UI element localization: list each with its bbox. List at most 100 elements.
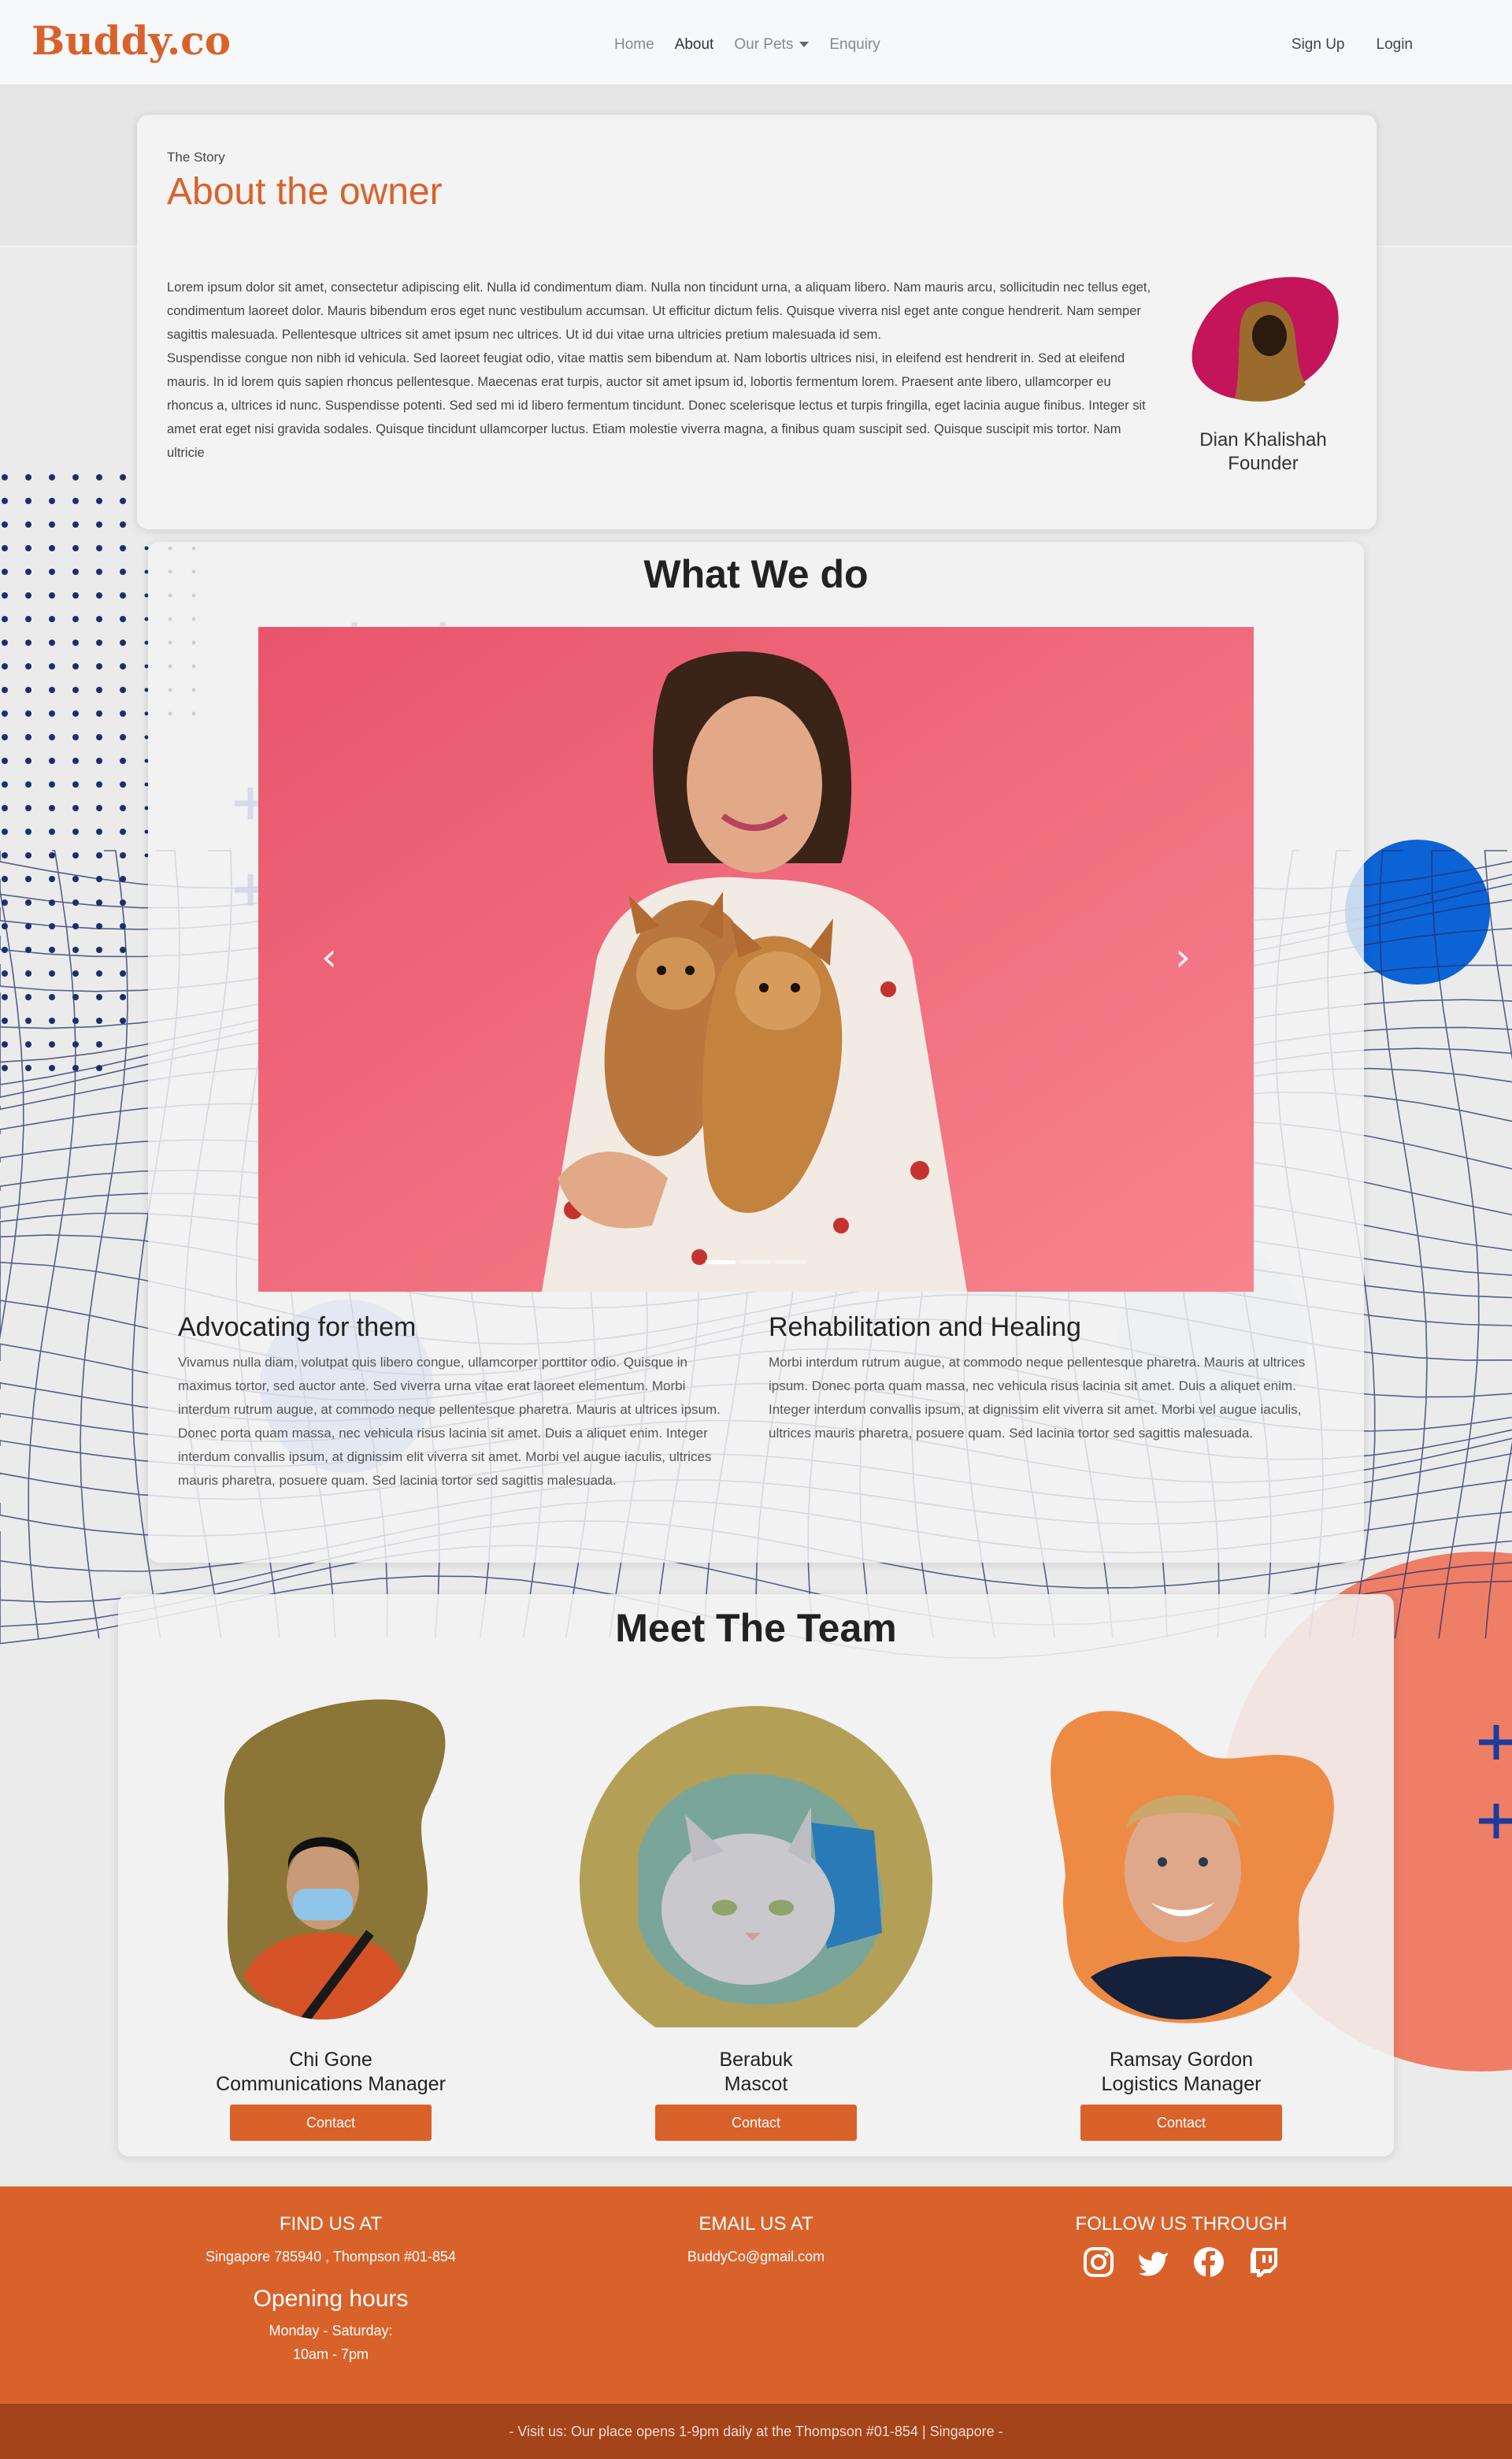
decor-dot xyxy=(96,1041,102,1048)
follow-title: FOLLOW US THROUGH xyxy=(1075,2213,1288,2235)
decor-dot xyxy=(2,876,8,882)
decor-dot xyxy=(2,545,8,551)
decor-dot xyxy=(96,569,102,575)
team-member-card: Ramsay Gordon Logistics Manager Contact xyxy=(992,1697,1370,2141)
team-member-card: Berabuk Mascot Contact xyxy=(567,1697,945,2141)
owner-name: Dian Khalishah xyxy=(1199,429,1327,451)
login-link[interactable]: Login xyxy=(1377,36,1414,54)
carousel-indicator-1[interactable] xyxy=(706,1260,736,1264)
decor-dot xyxy=(49,474,55,480)
footer-email: EMAIL US AT BuddyCo@gmail.com xyxy=(520,2213,992,2268)
decor-dot xyxy=(2,1018,8,1024)
about-owner-card: The Story About the owner Lorem ipsum do… xyxy=(137,115,1377,529)
decor-dot xyxy=(72,1041,79,1048)
decor-dot xyxy=(72,923,79,929)
decor-dot xyxy=(2,1065,8,1071)
member-role: Communications Manager xyxy=(216,2073,446,2095)
decor-dot xyxy=(120,521,126,528)
decor-dot xyxy=(2,616,8,622)
decor-dot xyxy=(2,687,8,693)
carousel-indicator-3[interactable] xyxy=(775,1260,805,1264)
facebook-icon[interactable] xyxy=(1191,2245,1226,2279)
decor-dot xyxy=(120,805,126,811)
decor-dot xyxy=(49,687,55,693)
decor-dot xyxy=(120,569,126,575)
owner-avatar xyxy=(1191,276,1339,402)
feature-advocating: Advocating for them Vivamus nulla diam, … xyxy=(178,1312,729,1493)
decor-dot xyxy=(49,1041,55,1048)
decor-dot xyxy=(96,1018,102,1024)
signup-link[interactable]: Sign Up xyxy=(1292,36,1345,54)
footer: FIND US AT Singapore 785940 , Thompson #… xyxy=(0,2186,1512,2404)
decor-dot xyxy=(96,994,102,1000)
decor-dot xyxy=(72,663,79,669)
decor-dot xyxy=(96,923,102,929)
nav-enquiry[interactable]: Enquiry xyxy=(829,36,880,54)
decor-wave-line xyxy=(0,850,24,1341)
contact-button[interactable]: Contact xyxy=(230,2105,432,2141)
decor-dot xyxy=(25,521,32,528)
feature-2-text: Morbi interdum rutrum augue, at commodo … xyxy=(769,1355,1306,1441)
decor-dot xyxy=(49,970,55,977)
decor-dot xyxy=(2,1041,8,1048)
decor-dot xyxy=(120,829,126,835)
decor-dot xyxy=(120,687,126,693)
member-photo-chi xyxy=(224,1699,446,2019)
decor-dot xyxy=(25,876,32,882)
carousel-prev-icon[interactable]: ‹ xyxy=(321,934,337,980)
decor-dot xyxy=(96,592,102,599)
find-us-address: Singapore 785940 , Thompson #01-854 xyxy=(206,2249,456,2264)
contact-button[interactable]: Contact xyxy=(655,2105,857,2141)
decor-dot xyxy=(72,592,79,599)
member-role: Logistics Manager xyxy=(1101,2073,1262,2095)
carousel-indicator-2[interactable] xyxy=(740,1260,770,1264)
decor-dot xyxy=(72,710,79,717)
decor-dot xyxy=(25,474,32,480)
decor-dot xyxy=(2,805,8,811)
email-address[interactable]: BuddyCo@gmail.com xyxy=(520,2245,992,2268)
decor-dot xyxy=(25,569,32,575)
decor-dot xyxy=(96,616,102,622)
twitch-icon[interactable] xyxy=(1247,2245,1281,2279)
brand-logo[interactable]: Buddy.co xyxy=(32,17,231,64)
decor-dot xyxy=(120,710,126,717)
decor-dot xyxy=(120,734,126,740)
nav-about[interactable]: About xyxy=(675,36,714,54)
decor-dot xyxy=(25,829,32,835)
decor-dot xyxy=(25,498,32,504)
decor-wave-line xyxy=(80,850,128,1639)
contact-button[interactable]: Contact xyxy=(1080,2105,1282,2141)
decor-dot xyxy=(120,545,126,551)
decor-dot xyxy=(96,852,102,859)
decor-dot xyxy=(2,994,8,1000)
decor-dot xyxy=(25,758,32,764)
team-title: Meet The Team xyxy=(615,1606,897,1650)
chevron-down-icon xyxy=(799,42,810,48)
about-title: About the owner xyxy=(167,171,443,213)
decor-dot xyxy=(25,663,32,669)
instagram-icon[interactable] xyxy=(1081,2245,1116,2279)
find-us-title: FIND US AT xyxy=(279,2213,383,2235)
decor-dot xyxy=(120,970,126,977)
auth-links: Sign Up Login xyxy=(1292,36,1413,54)
decor-dot xyxy=(2,899,8,906)
nav-home[interactable]: Home xyxy=(614,36,654,54)
decor-dot xyxy=(25,616,32,622)
decor-dot xyxy=(72,545,79,551)
decor-dot xyxy=(49,781,55,788)
decor-dot xyxy=(49,569,55,575)
nav-our-pets-dropdown[interactable]: Our Pets xyxy=(734,36,810,54)
email-title: EMAIL US AT xyxy=(699,2213,813,2235)
decor-dot xyxy=(25,592,32,599)
decor-dot xyxy=(72,569,79,575)
decor-dot xyxy=(49,829,55,835)
carousel-next-icon[interactable]: › xyxy=(1175,934,1191,980)
decor-dot xyxy=(25,710,32,717)
decor-dot xyxy=(120,899,126,906)
decor-dot xyxy=(25,899,32,906)
decor-dot xyxy=(25,1041,32,1048)
member-name: Chi Gone xyxy=(289,2049,372,2071)
decor-dot xyxy=(49,1018,55,1024)
image-carousel[interactable]: ‹ › xyxy=(258,627,1254,1292)
twitter-icon[interactable] xyxy=(1136,2245,1171,2279)
